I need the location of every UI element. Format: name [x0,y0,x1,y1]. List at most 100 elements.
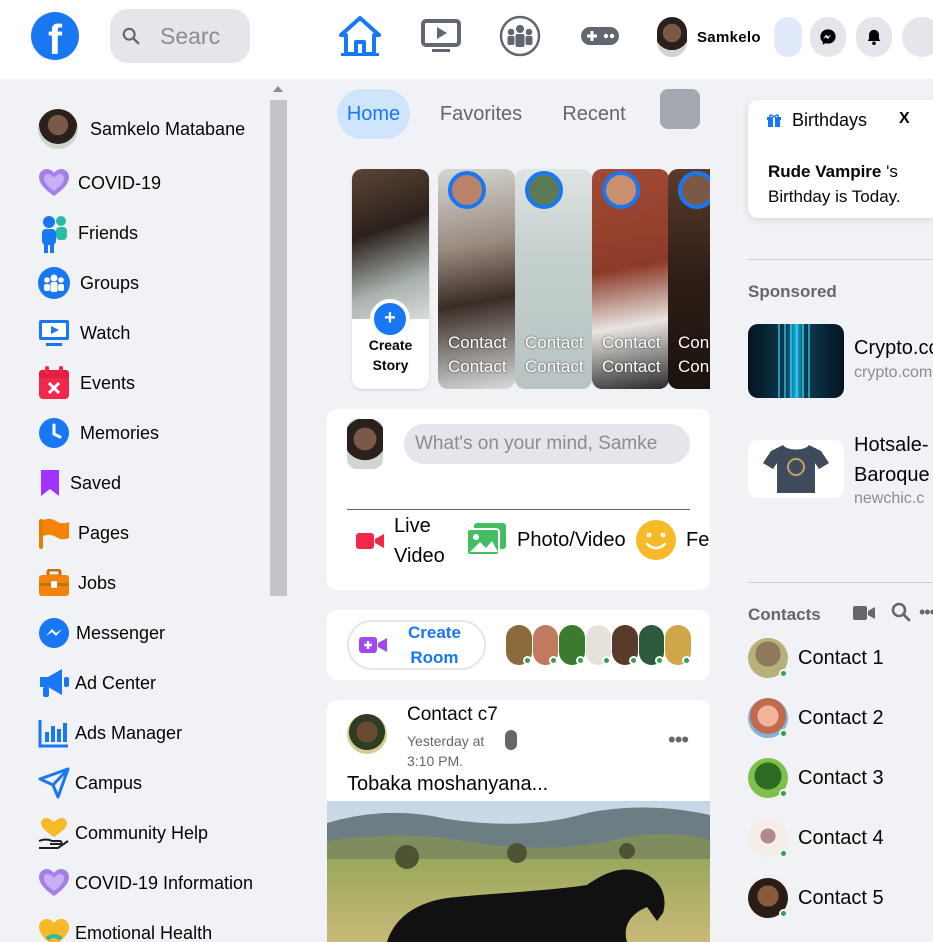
sidebar-item-friends[interactable]: Friends [38,213,138,253]
saved-bookmark-icon [38,467,62,499]
post-photo-horse [327,801,710,942]
contact-avatar [748,818,788,858]
friend-avatar[interactable] [638,625,665,665]
contact-item[interactable]: Contact 1 [748,636,884,680]
sidebar-item-saved[interactable]: Saved [38,463,121,503]
sidebar-item-watch[interactable]: Watch [38,313,130,353]
sidebar-item-ads-manager[interactable]: Ads Manager [38,713,182,753]
tab-home[interactable]: Home [337,89,410,139]
groups-tab[interactable] [498,14,542,58]
post-timestamp-line1: Yesterday at [407,733,485,749]
ad-image-grid [778,324,814,398]
sidebar-item-ad-center[interactable]: Ad Center [38,663,156,703]
more-options-icon[interactable]: ••• [668,729,689,751]
covid-info-heart-icon [38,867,70,899]
story-avatar [678,171,710,209]
groups-icon [499,15,541,57]
home-tab[interactable] [337,14,383,58]
post-author-avatar[interactable] [347,714,387,754]
audience-icon[interactable] [505,730,517,750]
contact-item[interactable]: Contact 4 [748,816,884,860]
friend-avatar[interactable] [559,625,585,665]
contact-item[interactable]: Contact 2 [748,696,884,740]
story-card[interactable]: Contact Contact [515,169,592,389]
contact-item[interactable]: Contact 5 [748,876,884,920]
photo-video-button[interactable]: Photo/Video [466,518,626,562]
sponsored-heading: Sponsored [748,282,837,301]
friend-avatar[interactable] [532,625,559,665]
sidebar-item-label: Community Help [75,822,209,843]
friend-avatar[interactable] [585,625,612,665]
covid-heart-icon [38,167,70,199]
bell-icon [867,29,881,46]
online-indicator [549,656,559,665]
sidebar-item-emotional-health[interactable]: Emotional Health [38,913,212,942]
create-button[interactable] [774,17,802,57]
sidebar-item-covid19[interactable]: COVID-19 [38,163,161,203]
sidebar-item-profile[interactable]: Samkelo Matabane [38,109,245,149]
memories-clock-icon [38,417,70,449]
contacts-options-icon[interactable]: ••• [919,602,933,623]
gaming-tab[interactable] [578,14,622,58]
friend-avatar[interactable] [665,625,692,665]
watch-tab[interactable] [419,14,463,58]
story-card[interactable]: Contact Contact [438,169,515,389]
sidebar-item-pages[interactable]: Pages [38,513,129,553]
add-story-icon[interactable]: + [370,299,410,339]
birthday-message: Rude Vampire 's Birthday is Today. [768,159,901,209]
create-story-label: Create Story [352,335,429,375]
post-timestamp[interactable]: Yesterday at 3:10 PM. [407,731,484,771]
sidebar-item-memories[interactable]: Memories [38,413,159,453]
create-room-button[interactable]: Create Room [347,620,486,670]
composer-input[interactable]: What's on your mind, Samke [404,424,690,464]
feed-options-button[interactable] [660,89,700,129]
story-avatar [602,171,640,209]
sponsored-ad[interactable]: Crypto.co crypto.com [748,324,933,398]
tab-recent[interactable]: Recent [552,89,636,139]
search-input[interactable] [160,22,246,50]
post-image[interactable] [327,801,710,942]
birthday-person-name[interactable]: Rude Vampire [768,162,881,181]
sidebar-item-jobs[interactable]: Jobs [38,563,116,603]
tab-favorites[interactable]: Favorites [428,89,534,139]
sidebar-item-events[interactable]: Events [38,363,135,403]
sidebar-item-community-help[interactable]: Community Help [38,813,208,853]
sidebar-item-groups[interactable]: Groups [38,263,139,303]
friend-avatar[interactable] [612,625,638,665]
story-avatar [448,171,486,209]
friend-avatar[interactable] [506,625,532,665]
birthday-text: Birthday is Today. [768,187,901,206]
sidebar-scrollbar-thumb[interactable] [270,100,287,596]
close-birthdays-button[interactable]: X [899,110,910,128]
messenger-button[interactable] [810,17,846,57]
sponsored-ad[interactable]: Hotsale- Baroque newchic.c [748,430,933,510]
create-story-label-line2: Story [372,357,409,373]
post-author-name[interactable]: Contact c7 [407,704,498,726]
profile-shortcut[interactable]: Samkelo [657,17,761,57]
search-box[interactable] [110,9,250,63]
sidebar-item-campus[interactable]: Campus [38,763,142,803]
create-story-card[interactable]: + Create Story [352,169,429,389]
contact-item[interactable]: Contact 3 [748,756,884,800]
birthdays-title: Birthdays [792,110,868,130]
live-video-button[interactable]: Live Video [356,512,445,570]
live-video-label-line1: Live [394,515,431,537]
account-menu-button[interactable] [902,17,933,57]
story-card[interactable]: Contact Contact [592,169,669,389]
sidebar-item-messenger[interactable]: Messenger [38,613,165,653]
story-card[interactable]: Con Con [668,169,710,389]
online-indicator [575,656,585,665]
scroll-up-arrow-icon[interactable] [273,86,283,92]
post-text: Tobaka moshanyana... [347,773,549,795]
birthdays-header: Birthdays [767,110,867,131]
search-icon [122,27,140,45]
feeling-button[interactable]: Fe [635,519,710,561]
new-room-video-button[interactable] [853,605,875,626]
facebook-logo[interactable]: f [31,12,79,60]
story-label-line2: Contact [602,357,661,376]
story-avatar [525,171,563,209]
sidebar-item-covid19-information[interactable]: COVID-19 Information [38,863,253,903]
story-label-line2: Con [678,357,710,376]
notifications-button[interactable] [856,17,892,57]
search-contacts-button[interactable] [891,602,911,627]
